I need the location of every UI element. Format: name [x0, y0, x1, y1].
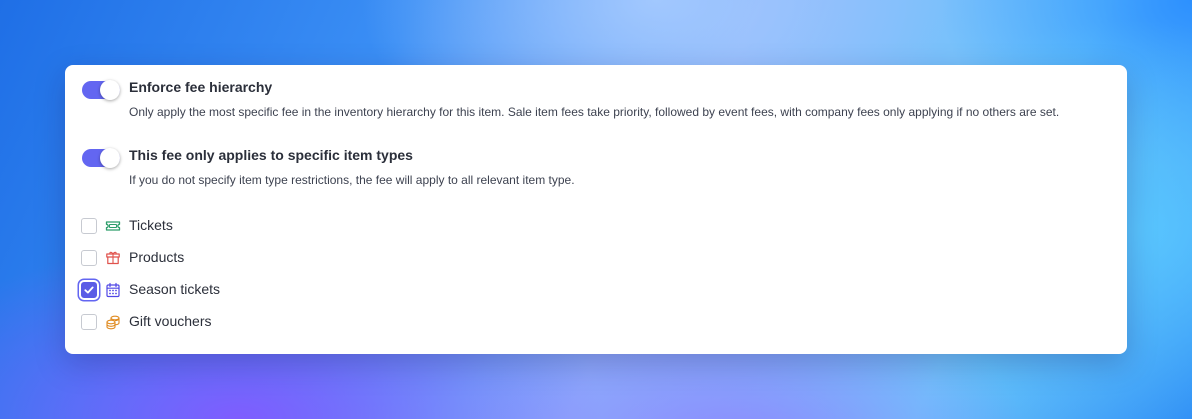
specific-item-types-toggle[interactable]: [82, 148, 120, 168]
ticket-icon: [105, 221, 121, 231]
coins-icon: [106, 315, 120, 330]
gift-box-icon: [106, 251, 120, 265]
toggle-knob: [100, 80, 120, 100]
option-label: Tickets: [129, 217, 173, 233]
enforce-hierarchy-toggle[interactable]: [82, 80, 120, 100]
gift-vouchers-checkbox[interactable]: [81, 314, 97, 330]
season-tickets-checkbox[interactable]: [81, 282, 97, 298]
setting-description: If you do not specify item type restrict…: [129, 173, 575, 187]
option-label: Products: [129, 249, 185, 265]
checkmark-icon: [84, 286, 94, 294]
calendar-icon: [106, 282, 120, 298]
setting-title: Enforce fee hierarchy: [129, 79, 273, 95]
setting-description: Only apply the most specific fee in the …: [129, 105, 1060, 119]
option-label: Season tickets: [129, 281, 221, 297]
setting-title: This fee only applies to specific item t…: [129, 147, 413, 163]
tickets-checkbox[interactable]: [81, 218, 97, 234]
products-checkbox[interactable]: [81, 250, 97, 266]
fee-settings-card: Enforce fee hierarchy Only apply the mos…: [65, 65, 1127, 354]
option-label: Gift vouchers: [129, 313, 212, 329]
toggle-knob: [100, 148, 120, 168]
